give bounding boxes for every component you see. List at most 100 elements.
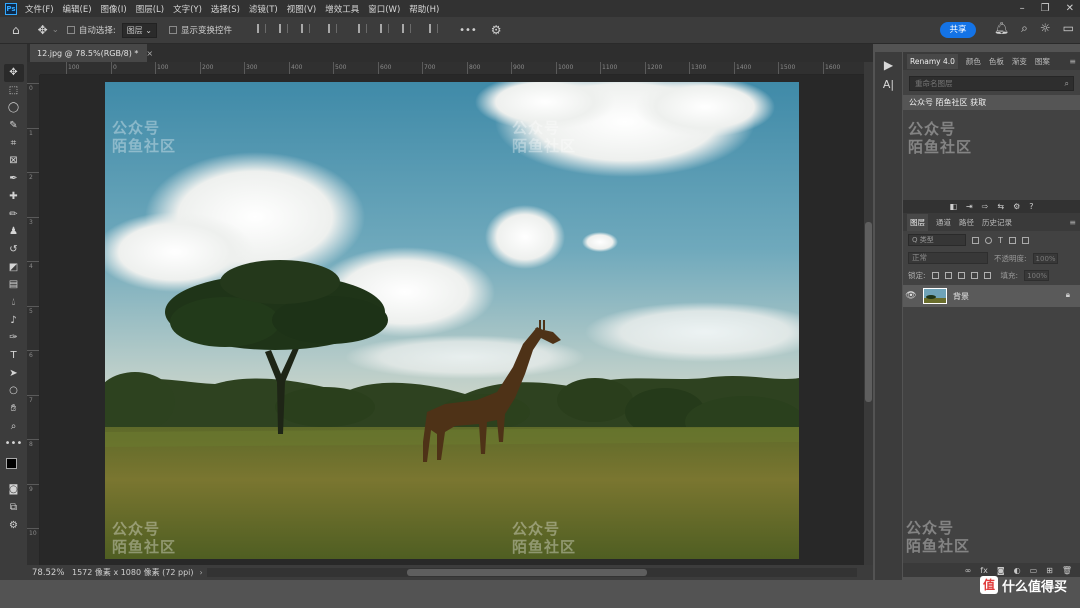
tab-channels[interactable]: 通道 (936, 217, 951, 228)
color-swatches[interactable] (4, 456, 24, 478)
properties-icon[interactable]: ◧ (949, 202, 957, 211)
filter-pixel-icon[interactable] (972, 236, 979, 244)
zoom-level[interactable]: 78.52% (32, 568, 66, 578)
filter-shape-icon[interactable] (1008, 236, 1016, 244)
dodge-tool-icon[interactable]: ♪ (4, 312, 24, 330)
visibility-eye-icon[interactable]: 👁︎ (903, 291, 919, 301)
vertical-ruler[interactable]: 0 1 2 3 4 5 6 7 8 9 10 (27, 75, 40, 565)
lock-pixels-icon[interactable] (944, 271, 952, 279)
tab-history[interactable]: 历史记录 (982, 217, 1012, 228)
vertical-scroll-thumb[interactable] (865, 222, 872, 402)
tab-layers[interactable]: 图层 (907, 213, 928, 231)
more-options-button[interactable]: ••• (459, 25, 477, 36)
menu-window[interactable]: 窗口(W) (368, 3, 400, 15)
document-image[interactable] (105, 82, 799, 559)
canvas-area[interactable]: 公众号 陌鱼社区 公众号 陌鱼社区 公众号 陌鱼社区 公众号 陌鱼社区 (40, 75, 864, 565)
close-icon[interactable]: ✕ (1066, 3, 1074, 14)
gradient-tool-icon[interactable]: ▤ (4, 276, 24, 294)
layer-filter-kind[interactable]: Q 类型 (908, 234, 966, 246)
hand-tool-icon[interactable]: ✋︎ (4, 400, 24, 418)
workspace-icon[interactable]: ▭ (1063, 21, 1074, 36)
tab-close-icon[interactable]: × (146, 49, 153, 58)
opacity-input[interactable]: 100% (1032, 252, 1058, 264)
quick-select-tool-icon[interactable]: ✎ (4, 117, 24, 135)
pen-tool-icon[interactable]: ✑ (4, 329, 24, 347)
menu-plugins[interactable]: 增效工具 (325, 3, 359, 15)
share-button[interactable]: 共享 (940, 22, 976, 38)
move-tool-icon[interactable]: ✥ (38, 23, 48, 37)
eraser-tool-icon[interactable]: ◩ (4, 259, 24, 277)
gear-icon[interactable]: ⚙ (1013, 202, 1020, 211)
menu-file[interactable]: 文件(F) (25, 3, 54, 15)
fill-input[interactable]: 100% (1024, 269, 1050, 281)
chevron-right-icon[interactable]: › (200, 568, 203, 577)
chevron-down-icon[interactable]: ⌄ (52, 25, 59, 35)
quick-mask-icon[interactable]: ◙ (4, 481, 24, 499)
distribute-vertical-icon[interactable] (429, 24, 439, 33)
lasso-tool-icon[interactable]: ◯ (4, 99, 24, 117)
screen-mode-icon[interactable]: ⧉ (4, 499, 24, 517)
layer-row-background[interactable]: 👁︎ 背景 🔒︎ (903, 285, 1080, 307)
path-select-tool-icon[interactable]: ➤ (4, 365, 24, 383)
crop-tool-icon[interactable]: ⌗ (4, 135, 24, 153)
auto-select-target-dropdown[interactable]: 图层 ⌄ (121, 22, 157, 38)
clone-stamp-tool-icon[interactable]: ♟ (4, 223, 24, 241)
lock-artboard-icon[interactable] (970, 271, 978, 279)
align-bottom-icon[interactable] (402, 24, 412, 33)
play-actions-icon[interactable]: ▶ (884, 58, 893, 72)
transform-icon[interactable]: ⇆ (997, 202, 1004, 211)
character-panel-icon[interactable]: A| (883, 78, 894, 91)
restore-icon[interactable]: ❐ (1041, 3, 1050, 14)
horizontal-scrollbar[interactable] (207, 568, 857, 577)
rename-layer-input[interactable]: 重命名图层 ⌕ (909, 76, 1074, 91)
vertical-scrollbar[interactable] (864, 62, 873, 565)
horizontal-scroll-thumb[interactable] (407, 569, 647, 576)
ellipse-tool-icon[interactable]: ○ (4, 382, 24, 400)
lock-transparency-icon[interactable] (931, 271, 939, 279)
auto-select-checkbox[interactable] (66, 26, 75, 34)
align-right-icon[interactable] (300, 24, 310, 33)
tab-renamy[interactable]: Renamy 4.0 (907, 53, 958, 69)
show-transform-checkbox[interactable] (168, 26, 177, 34)
zoom-tool-icon[interactable]: ⌕ (4, 418, 24, 436)
align-top-icon[interactable] (358, 24, 368, 33)
notification-bell-icon[interactable]: 🔔︎ (994, 21, 1009, 36)
eyedropper-tool-icon[interactable]: ✒ (4, 170, 24, 188)
panel-menu-icon[interactable]: ≡ (1069, 218, 1076, 227)
discover-icon[interactable]: ☼ (1040, 21, 1051, 36)
settings-gear-icon[interactable]: ⚙ (491, 23, 502, 37)
menu-filter[interactable]: 滤镜(T) (249, 3, 278, 15)
brush-tool-icon[interactable]: ✏ (4, 206, 24, 224)
distribute-icon[interactable] (327, 24, 337, 33)
tab-gradients[interactable]: 渐变 (1012, 56, 1027, 67)
search-icon[interactable]: ⌕ (1021, 21, 1028, 36)
align-center-icon[interactable] (278, 24, 288, 33)
lock-position-icon[interactable] (957, 271, 965, 279)
filter-adjust-icon[interactable] (985, 236, 992, 244)
frame-tool-icon[interactable]: ⊠ (4, 152, 24, 170)
link-layers-icon[interactable]: ∞ (965, 566, 972, 575)
search-icon[interactable]: ⌕ (1065, 77, 1069, 90)
tab-paths[interactable]: 路径 (959, 217, 974, 228)
history-brush-tool-icon[interactable]: ↺ (4, 241, 24, 259)
help-icon[interactable]: ? (1029, 202, 1033, 211)
blend-mode-select[interactable]: 正常 (908, 252, 988, 264)
export-icon[interactable]: ⇨ (982, 202, 989, 211)
tab-swatches[interactable]: 色板 (989, 56, 1004, 67)
filter-type-icon[interactable]: T (998, 236, 1003, 245)
arrange-icon[interactable]: ⇥ (966, 202, 973, 211)
document-tab[interactable]: 12.jpg @ 78.5%(RGB/8) * × (30, 44, 153, 62)
tab-patterns[interactable]: 图案 (1035, 56, 1050, 67)
menu-image[interactable]: 图像(I) (101, 3, 127, 15)
menu-type[interactable]: 文字(Y) (173, 3, 202, 15)
home-icon[interactable]: ⌂ (12, 23, 20, 37)
horizontal-ruler[interactable]: 100 0 100 200 300 400 500 600 700 800 900 1000 1100 1… (40, 62, 864, 75)
minimize-icon[interactable]: – (1020, 3, 1025, 14)
tab-color[interactable]: 颜色 (966, 56, 981, 67)
edit-toolbar-icon[interactable]: ••• (4, 435, 24, 453)
menu-view[interactable]: 视图(V) (287, 3, 316, 15)
menu-help[interactable]: 帮助(H) (409, 3, 439, 15)
align-middle-icon[interactable] (380, 24, 390, 33)
panel-menu-icon[interactable]: ≡ (1069, 57, 1076, 66)
move-tool-icon[interactable]: ✥ (3, 64, 24, 82)
